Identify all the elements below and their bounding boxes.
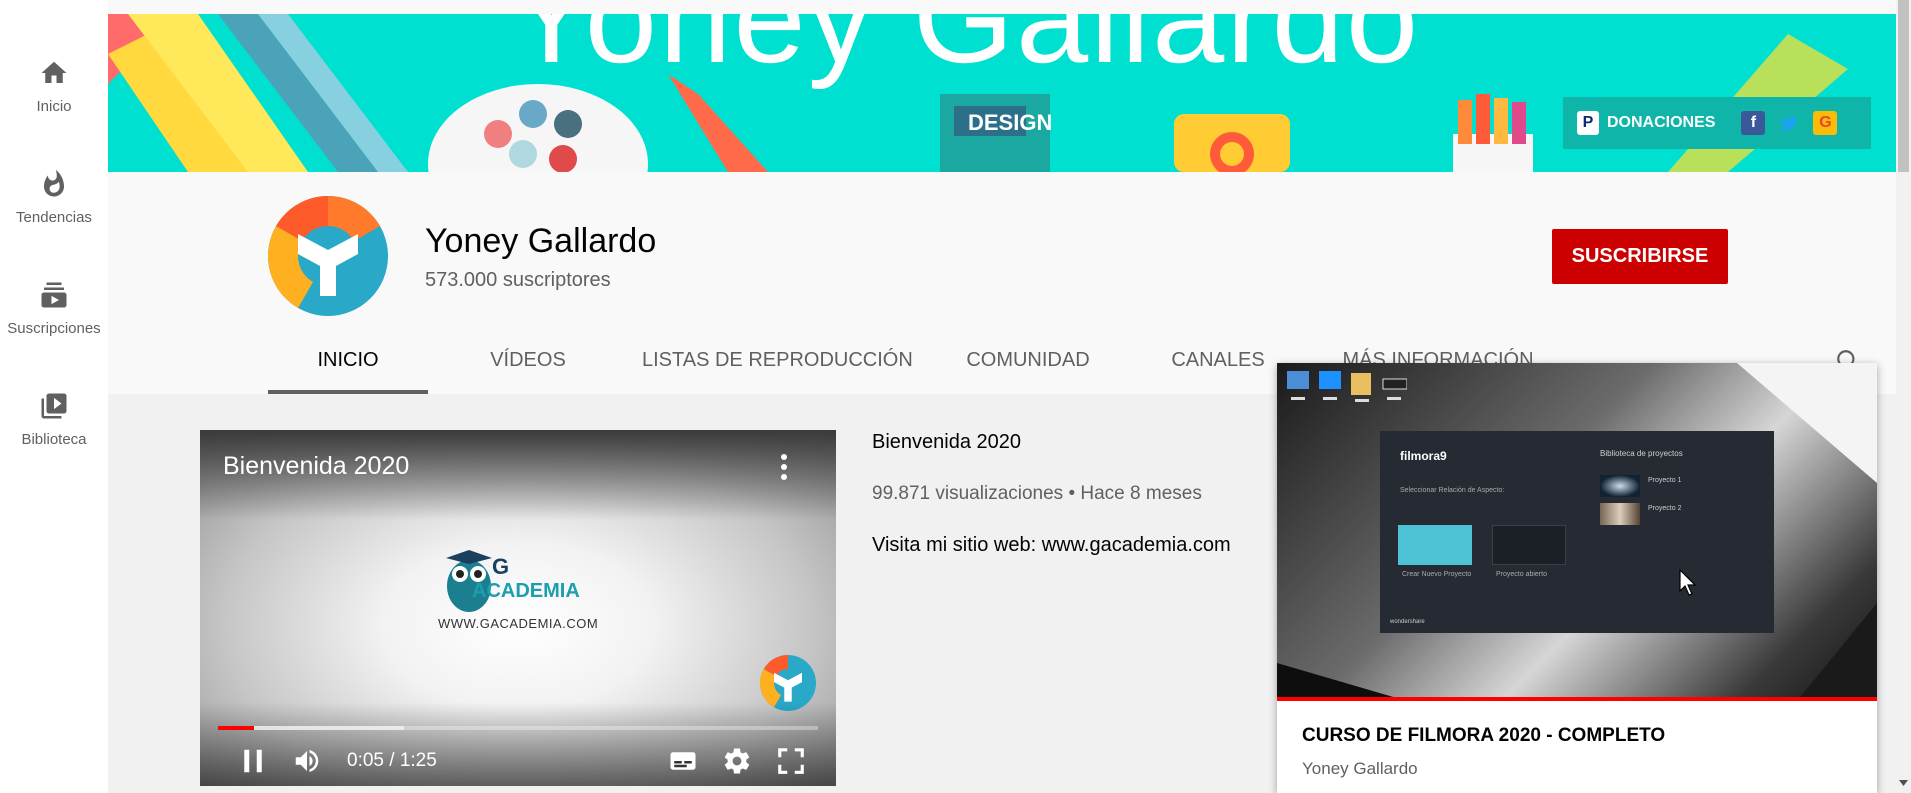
scrollbar-thumb[interactable] <box>1898 0 1909 172</box>
hover-card-title[interactable]: CURSO DE FILMORA 2020 - COMPLETO <box>1302 725 1665 747</box>
settings-gear-icon[interactable] <box>722 746 752 776</box>
featured-video-player[interactable]: Bienvenida 2020 G ACADEMIA WWW.GACADEMIA… <box>200 430 836 786</box>
library-icon <box>41 393 67 419</box>
progress-bar[interactable] <box>218 726 818 730</box>
hover-card-progress <box>1277 697 1877 701</box>
banner-links: P DONACIONES f G <box>1563 97 1871 149</box>
nav-item-label: Inicio <box>36 98 72 115</box>
gacademia-logo-letter: G <box>492 554 510 579</box>
video-hover-card[interactable]: filmora9 Seleccionar Relación de Aspecto… <box>1277 363 1877 793</box>
channel-header: Yoney Gallardo 573.000 suscriptores SUSC… <box>108 172 1896 394</box>
gacademia-url: WWW.GACADEMIA.COM <box>438 616 599 631</box>
subscriber-count: 573.000 suscriptores <box>425 269 611 291</box>
nav-item-biblioteca[interactable]: Biblioteca <box>0 377 108 457</box>
featured-video-meta: 99.871 visualizaciones • Hace 8 meses <box>872 483 1202 504</box>
left-navigation: Inicio Tendencias Suscripciones Bibliote… <box>0 0 108 793</box>
tab-videos[interactable]: VÍDEOS <box>458 340 598 394</box>
filmora-logo: filmora9 <box>1400 449 1447 463</box>
paypal-icon[interactable]: P <box>1577 111 1599 135</box>
nav-item-label: Biblioteca <box>21 431 87 448</box>
more-options-icon[interactable] <box>780 454 788 480</box>
featured-video-title[interactable]: Bienvenida 2020 <box>872 431 1021 454</box>
banner-design-label: DESIGN <box>968 110 1053 135</box>
google-icon[interactable]: G <box>1813 111 1838 135</box>
subscribe-button[interactable]: SUSCRIBIRSE <box>1552 229 1728 284</box>
desktop-icon <box>1382 378 1407 400</box>
filmora-project-thumb <box>1600 503 1640 525</box>
mouse-cursor-icon <box>1679 569 1697 596</box>
filmora-project-name: Proyecto 1 <box>1648 477 1682 484</box>
nav-item-inicio[interactable]: Inicio <box>0 44 108 124</box>
tab-inicio[interactable]: INICIO <box>268 340 428 394</box>
filmora-project-thumb <box>1600 475 1640 497</box>
subscriptions-icon <box>41 282 67 308</box>
youtube-channel-page: Inicio Tendencias Suscripciones Bibliote… <box>0 0 1911 793</box>
twitter-icon[interactable] <box>1777 111 1801 135</box>
fullscreen-icon[interactable] <box>776 746 806 776</box>
tab-playlists[interactable]: LISTAS DE REPRODUCCIÓN <box>642 340 913 394</box>
gacademia-logo-word: ACADEMIA <box>472 580 580 602</box>
tab-canales[interactable]: CANALES <box>1148 340 1288 394</box>
tab-comunidad[interactable]: COMUNIDAD <box>948 340 1108 394</box>
facebook-icon[interactable]: f <box>1741 111 1766 135</box>
filmora-window: filmora9 Seleccionar Relación de Aspecto… <box>1380 431 1774 633</box>
banner-title: Yoney Gallardo <box>508 14 1421 90</box>
volume-icon[interactable] <box>292 746 322 776</box>
filmora-open-project-tile <box>1492 525 1566 565</box>
desktop-icon <box>1319 371 1341 400</box>
nav-item-label: Suscripciones <box>7 320 101 337</box>
nav-item-tendencias[interactable]: Tendencias <box>0 155 108 235</box>
channel-banner: Yoney Gallardo DESIGN P DONACIONES f G <box>108 14 1896 172</box>
progress-played <box>218 726 254 730</box>
subtitles-icon[interactable] <box>668 746 698 776</box>
nav-item-suscripciones[interactable]: Suscripciones <box>0 266 108 346</box>
channel-name: Yoney Gallardo <box>425 222 657 260</box>
filmora-project-name: Proyecto 2 <box>1648 505 1682 512</box>
featured-video-description: Visita mi sitio web: www.gacademia.com <box>872 534 1231 556</box>
desktop-icon <box>1287 371 1309 400</box>
filmora-library-label: Biblioteca de proyectos <box>1600 449 1683 458</box>
donations-link[interactable]: DONACIONES <box>1607 114 1715 132</box>
nav-item-label: Tendencias <box>16 209 92 226</box>
home-icon <box>41 61 67 83</box>
filmora-brand: wondershare <box>1390 619 1425 625</box>
folder-icon <box>1351 373 1371 402</box>
page-scrollbar[interactable] <box>1896 0 1911 793</box>
fire-icon <box>44 169 64 197</box>
player-title[interactable]: Bienvenida 2020 <box>223 452 409 481</box>
gacademia-logo: G ACADEMIA <box>434 550 604 650</box>
hover-card-thumbnail[interactable]: filmora9 Seleccionar Relación de Aspecto… <box>1277 363 1877 701</box>
playback-time: 0:05 / 1:25 <box>347 750 437 771</box>
pause-icon[interactable] <box>238 746 268 776</box>
hover-card-channel[interactable]: Yoney Gallardo <box>1302 759 1418 779</box>
filmora-aspect-label: Seleccionar Relación de Aspecto: <box>1400 487 1505 494</box>
scroll-down-arrow-icon[interactable] <box>1898 776 1909 790</box>
filmora-new-project-caption: Crear Nuevo Proyecto <box>1402 571 1472 578</box>
filmora-new-project-tile <box>1398 525 1472 565</box>
filmora-open-project-caption: Proyecto abierto <box>1496 571 1547 578</box>
avatar[interactable] <box>268 196 388 316</box>
